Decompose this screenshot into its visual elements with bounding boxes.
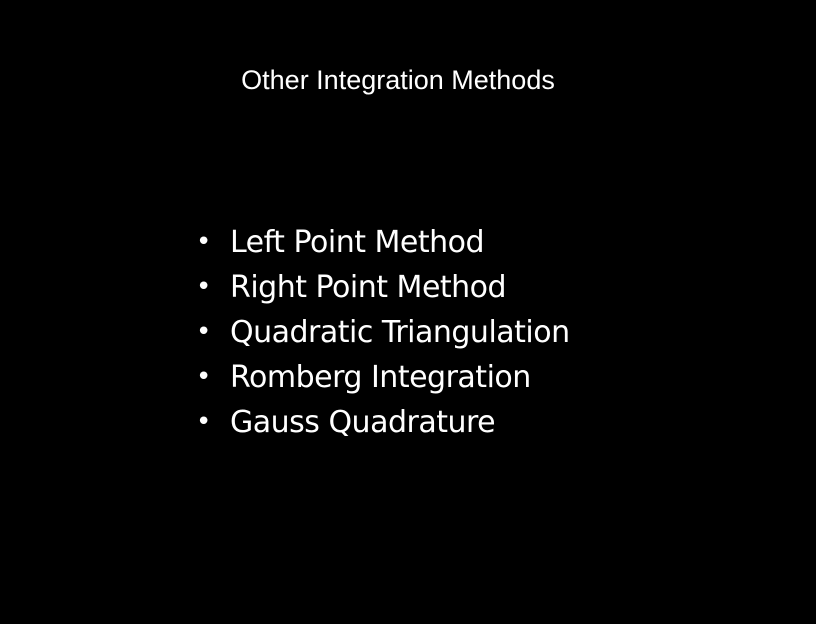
bullet-item-quadratic-triangulation: • Quadratic Triangulation [196,310,570,355]
bullet-dot-icon: • [196,407,212,437]
bullet-text: Right Point Method [230,270,507,305]
bullet-text: Left Point Method [230,225,485,260]
bullet-item-gauss-quadrature: • Gauss Quadrature [196,400,570,445]
bullet-dot-icon: • [196,227,212,257]
bullet-item-romberg-integration: • Romberg Integration [196,355,570,400]
slide: Other Integration Methods • Left Point M… [0,0,816,624]
slide-title: Other Integration Methods [241,65,555,95]
bullet-item-left-point: • Left Point Method [196,220,570,265]
bullet-dot-icon: • [196,317,212,347]
bullet-list: • Left Point Method • Right Point Method… [196,220,570,445]
bullet-dot-icon: • [196,272,212,302]
bullet-text: Romberg Integration [230,360,531,395]
bullet-text: Quadratic Triangulation [230,315,570,350]
bullet-item-right-point: • Right Point Method [196,265,570,310]
bullet-dot-icon: • [196,362,212,392]
bullet-text: Gauss Quadrature [230,405,496,440]
